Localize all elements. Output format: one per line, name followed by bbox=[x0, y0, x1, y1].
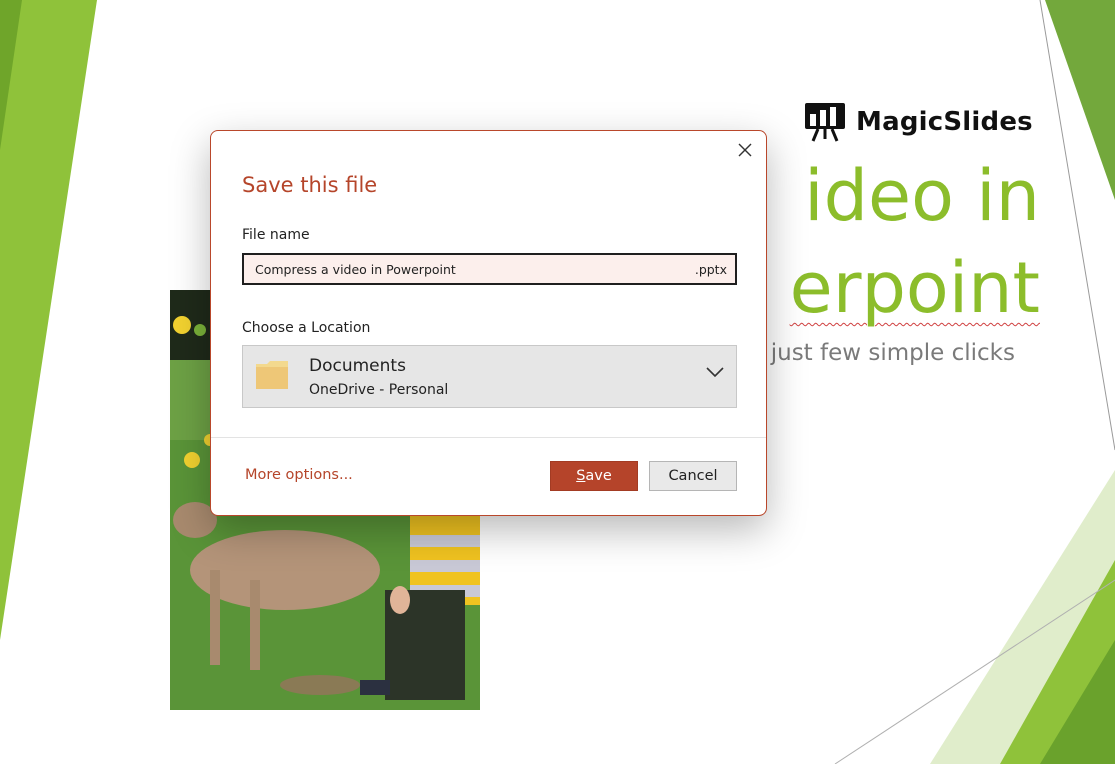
file-name-label: File name bbox=[242, 227, 310, 243]
save-button[interactable]: Save bbox=[550, 461, 638, 491]
location-name: Documents bbox=[309, 356, 406, 376]
left-accent-shape bbox=[0, 0, 97, 640]
save-accesskey: S bbox=[576, 468, 586, 484]
cancel-button[interactable]: Cancel bbox=[649, 461, 737, 491]
more-options-link[interactable]: More options... bbox=[245, 467, 353, 483]
file-name-field: .pptx bbox=[242, 253, 737, 285]
file-extension: .pptx bbox=[694, 261, 727, 277]
dialog-divider bbox=[211, 437, 766, 438]
close-icon bbox=[738, 143, 752, 157]
brand-name: MagicSlides bbox=[856, 107, 1033, 137]
folder-icon bbox=[256, 361, 288, 389]
location-dropdown[interactable]: Documents OneDrive - Personal bbox=[242, 345, 737, 408]
brand-logo: MagicSlides bbox=[804, 102, 1033, 142]
dialog-title: Save this file bbox=[242, 173, 378, 197]
slide-title-line1: ideo in bbox=[804, 155, 1040, 237]
top-right-accent-shape bbox=[1045, 0, 1115, 200]
presentation-board-icon bbox=[805, 103, 845, 142]
location-sub: OneDrive - Personal bbox=[309, 382, 449, 398]
slide-title-line2: erpoint bbox=[789, 247, 1040, 329]
file-name-input[interactable] bbox=[255, 261, 695, 277]
save-label-rest: ave bbox=[585, 468, 612, 484]
close-button[interactable] bbox=[734, 139, 756, 161]
location-label: Choose a Location bbox=[242, 320, 371, 336]
chevron-down-icon bbox=[706, 367, 724, 378]
save-dialog: Save this file File name .pptx Choose a … bbox=[210, 130, 767, 516]
